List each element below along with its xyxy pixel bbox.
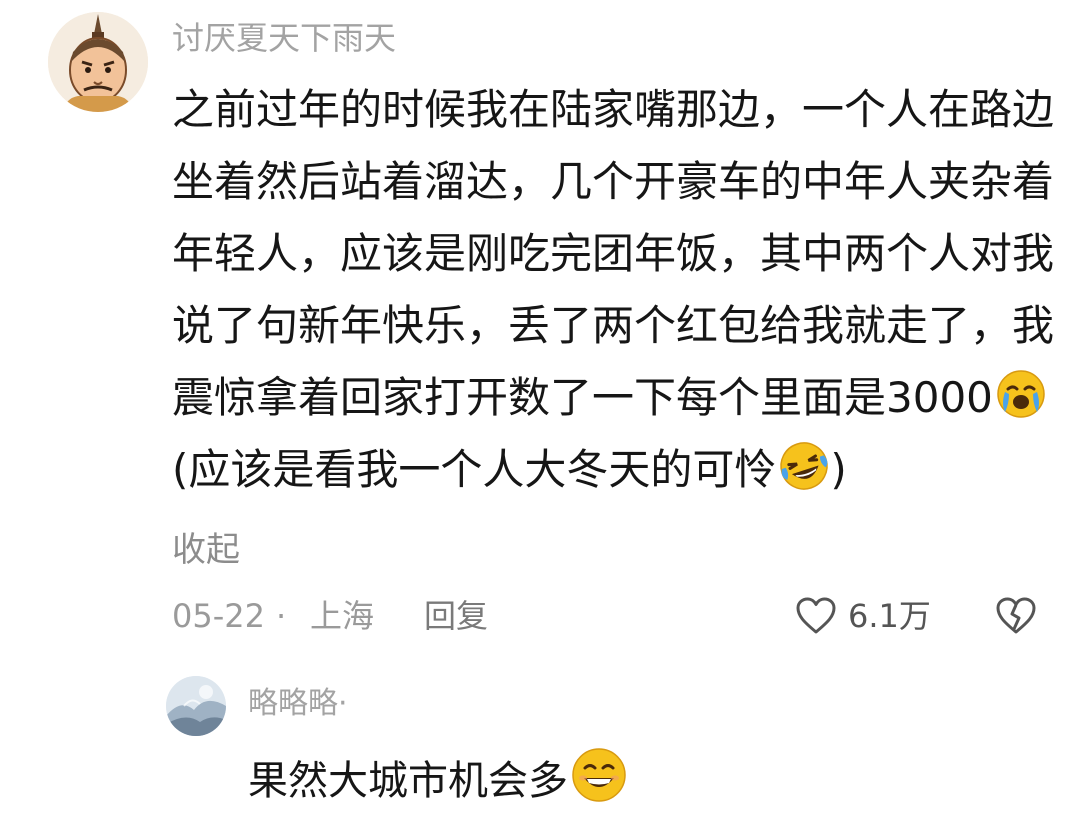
main-comment: 讨厌夏天下雨天 之前过年的时候我在陆家嘴那边，一个人在路边 坐着然后站着溜达，几… [0,0,1092,650]
comment-line: 震惊拿着回家打开数了一下每个里面是3000 [172,362,1052,434]
comment-date: 05-22 [172,597,265,635]
like-count: 6.1万 [848,597,931,635]
comment-line: 说了句新年快乐，丢了两个红包给我就走了，我 [172,301,1055,350]
misty-landscape-avatar-icon [166,676,226,736]
heart-icon [796,597,836,634]
broken-heart-icon[interactable] [994,596,1038,636]
meta-separator: · [276,597,287,635]
reply-text: 果然大城市机会多 [248,746,628,809]
comment-location: 上海 [310,597,375,635]
cartoon-man-avatar-icon [48,12,148,112]
comment-line-text: 震惊拿着回家打开数了一下每个里面是3000 [172,373,993,422]
grinning-face-icon [572,748,626,802]
reply-text-content: 果然大城市机会多 [248,758,568,804]
comment-meta: 05-22 · 上海 回复 6.1万 [172,594,1052,638]
comment-line: 之前过年的时候我在陆家嘴那边，一个人在路边 [172,85,1055,134]
comment-line-text: (应该是看我一个人大冬天的可怜 [172,445,777,494]
comment-line-text: ) [830,445,847,494]
comment-line: (应该是看我一个人大冬天的可怜 ) [172,434,1052,506]
avatar[interactable] [48,12,148,112]
reply-avatar[interactable] [166,676,226,736]
comment-line: 年轻人，应该是刚吃完团年饭，其中两个人对我 [172,229,1055,278]
reply-button[interactable]: 回复 [424,594,488,638]
laughing-tears-face-icon [780,442,829,490]
comment-text: 之前过年的时候我在陆家嘴那边，一个人在路边 坐着然后站着溜达，几个开豪车的中年人… [172,74,1055,506]
comment-username[interactable]: 讨厌夏天下雨天 [172,16,396,60]
comment-line: 坐着然后站着溜达，几个开豪车的中年人夹杂着 [172,157,1055,206]
collapse-button[interactable]: 收起 [172,528,240,572]
reply-username[interactable]: 略略略· [248,684,348,724]
crying-face-icon [997,370,1045,418]
reply-comment: 略略略· 果然大城市机会多 [0,660,1092,818]
